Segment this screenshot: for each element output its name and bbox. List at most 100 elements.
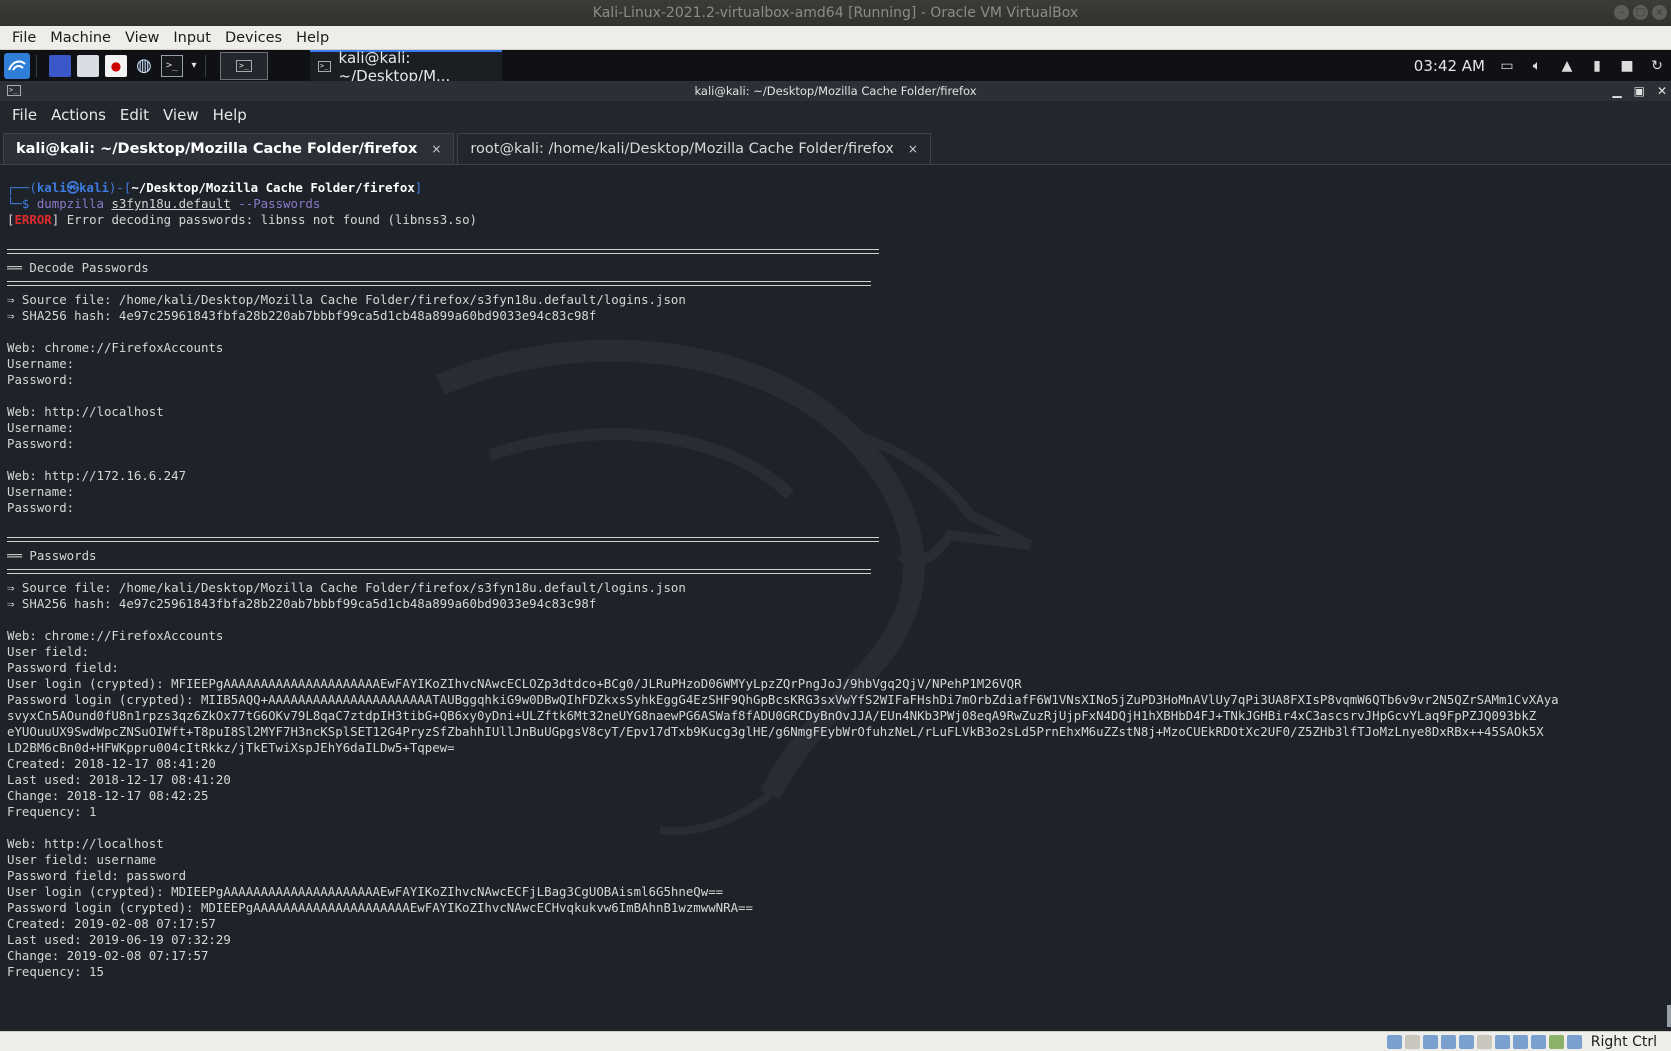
login-line: svyxCn5AOund0fU8n1rpzs3qz6ZkOx77tG6OKv79…	[7, 708, 1537, 723]
optical-drive-icon[interactable]	[1404, 1034, 1420, 1049]
prompt-line: ┌──(kali㉿kali)-[~/Desktop/Mozilla Cache …	[7, 180, 423, 195]
login-line: Password login (crypted): MIIB5AQQ+AAAAA…	[7, 692, 1559, 707]
login-line: User login (crypted): MDIEEPgAAAAAAAAAAA…	[7, 884, 724, 899]
entry-password: Password:	[7, 372, 75, 387]
chevron-down-icon[interactable]: ▾	[189, 55, 199, 77]
entry-web: Web: chrome://FirefoxAccounts	[7, 340, 224, 355]
entry-username: Username:	[7, 420, 75, 435]
vbox-menubar: File Machine View Input Devices Help	[0, 26, 1671, 50]
terminal-menubar: File Actions Edit View Help	[0, 101, 1671, 128]
terminal-launcher-icon[interactable]: >_	[161, 54, 183, 77]
error-line: [ERROR] Error decoding passwords: libnss…	[7, 212, 477, 227]
login-line: Created: 2019-02-08 07:17:57	[7, 916, 216, 931]
tab-label: root@kali: /home/kali/Desktop/Mozilla Ca…	[470, 141, 894, 157]
panel-separator	[36, 54, 37, 77]
notification-bell-icon[interactable]: ▲	[1559, 58, 1575, 74]
section-divider	[7, 537, 879, 542]
tab-close-icon[interactable]: ×	[431, 142, 441, 156]
login-line: User field: username	[7, 852, 157, 867]
workspace-switcher[interactable]: >_	[220, 51, 268, 80]
terminal-menu-help[interactable]: Help	[206, 106, 254, 124]
section-divider	[7, 281, 871, 286]
terminal-scrollbar[interactable]	[1667, 1005, 1671, 1027]
kali-top-panel: ● ◍ >_ ▾ >_ >_ kali@kali: ~/Desktop/M...…	[0, 49, 1671, 85]
tab-close-icon[interactable]: ×	[908, 142, 918, 156]
battery-icon[interactable]: ▮	[1589, 58, 1605, 74]
terminal-menu-view[interactable]: View	[156, 106, 206, 124]
volume-icon[interactable]: 🔈︎	[1529, 58, 1545, 74]
video-capture-icon[interactable]	[1512, 1034, 1528, 1049]
login-line: Created: 2018-12-17 08:41:20	[7, 756, 216, 771]
close-icon[interactable]: ×	[1652, 5, 1667, 20]
tab-root[interactable]: root@kali: /home/kali/Desktop/Mozilla Ca…	[457, 133, 931, 164]
terminal-icon: >_	[7, 85, 21, 96]
terminal-icon: >_	[236, 59, 252, 72]
login-line: eYUOuuUX9SwdWpcZNSuOIWft+T8puI8Sl2MYF7H3…	[7, 724, 1544, 739]
keyboard-icon[interactable]	[1566, 1034, 1582, 1049]
web-browser-icon[interactable]: ◍	[133, 55, 155, 77]
file-manager-icon[interactable]	[77, 54, 99, 77]
source-file-line: ⇒ Source file: /home/kali/Desktop/Mozill…	[7, 580, 686, 595]
vbox-menu-devices[interactable]: Devices	[218, 30, 289, 46]
login-line: Change: 2018-12-17 08:42:25	[7, 788, 209, 803]
vbox-menu-help[interactable]: Help	[289, 30, 336, 46]
vbox-menu-machine[interactable]: Machine	[43, 30, 118, 46]
terminal-close-icon[interactable]: ✕	[1657, 81, 1667, 101]
audio-icon[interactable]	[1422, 1034, 1438, 1049]
login-line: Change: 2019-02-08 07:17:57	[7, 948, 209, 963]
tab-kali[interactable]: kali@kali: ~/Desktop/Mozilla Cache Folde…	[3, 133, 455, 164]
hard-disk-icon[interactable]	[1386, 1034, 1402, 1049]
login-line: Frequency: 1	[7, 804, 97, 819]
vbox-menu-file[interactable]: File	[5, 30, 43, 46]
entry-username: Username:	[7, 484, 75, 499]
entry-password: Password:	[7, 436, 75, 451]
taskbar-terminal-button[interactable]: >_ kali@kali: ~/Desktop/M...	[310, 49, 502, 85]
terminal-maximize-icon[interactable]: ▣	[1634, 81, 1645, 101]
login-line: Last used: 2018-12-17 08:41:20	[7, 772, 231, 787]
vbox-menu-input[interactable]: Input	[166, 30, 218, 46]
hash-line: ⇒ SHA256 hash: 4e97c25961843fbfa28b220ab…	[7, 308, 597, 323]
command-line: └─$ dumpzilla s3fyn18u.default --Passwor…	[7, 196, 321, 211]
terminal-minimize-icon[interactable]: ▁	[1612, 81, 1621, 101]
section-divider	[7, 569, 871, 574]
terminal-menu-actions[interactable]: Actions	[44, 106, 113, 124]
minimize-icon[interactable]: –	[1614, 5, 1629, 20]
panel-tray: 03:42 AM ▭ 🔈︎ ▲ ▮ ■ ↻	[1414, 50, 1665, 81]
host-window-titlebar: Kali-Linux-2021.2-virtualbox-amd64 [Runn…	[0, 0, 1671, 26]
login-line: Password field: password	[7, 868, 187, 883]
panel-clock[interactable]: 03:42 AM	[1414, 57, 1485, 75]
entry-username: Username:	[7, 356, 75, 371]
vbox-menu-view[interactable]: View	[118, 30, 166, 46]
terminal-output[interactable]: ┌──(kali㉿kali)-[~/Desktop/Mozilla Cache …	[0, 165, 1671, 1031]
display-icon[interactable]	[1494, 1034, 1510, 1049]
entry-web: Web: http://localhost	[7, 404, 164, 419]
login-line: Password login (crypted): MDIEEPgAAAAAAA…	[7, 900, 753, 915]
maximize-icon[interactable]: □	[1633, 5, 1648, 20]
mouse-integration-icon[interactable]	[1548, 1034, 1564, 1049]
text-editor-icon[interactable]: ●	[105, 54, 127, 77]
source-file-line: ⇒ Source file: /home/kali/Desktop/Mozill…	[7, 292, 686, 307]
kali-menu-icon[interactable]	[4, 52, 30, 79]
entry-password: Password:	[7, 500, 75, 515]
tab-label: kali@kali: ~/Desktop/Mozilla Cache Folde…	[16, 141, 418, 157]
login-line: Password field:	[7, 660, 119, 675]
login-line: Web: chrome://FirefoxAccounts	[7, 628, 224, 643]
lock-icon[interactable]: ■	[1619, 58, 1635, 74]
network-icon[interactable]	[1440, 1034, 1456, 1049]
section-header: ══ Decode Passwords	[7, 260, 149, 275]
login-line: Frequency: 15	[7, 964, 104, 979]
terminal-title: kali@kali: ~/Desktop/Mozilla Cache Folde…	[694, 84, 977, 98]
terminal-titlebar: >_ kali@kali: ~/Desktop/Mozilla Cache Fo…	[0, 81, 1671, 101]
logout-icon[interactable]: ↻	[1649, 58, 1665, 74]
terminal-menu-edit[interactable]: Edit	[113, 106, 156, 124]
usb-icon[interactable]	[1458, 1034, 1474, 1049]
terminal-menu-file[interactable]: File	[5, 106, 44, 124]
shared-folders-icon[interactable]	[1476, 1034, 1492, 1049]
hash-line: ⇒ SHA256 hash: 4e97c25961843fbfa28b220ab…	[7, 596, 597, 611]
vbox-statusbar: Right Ctrl	[0, 1031, 1671, 1051]
cpu-icon[interactable]	[1530, 1034, 1546, 1049]
login-line: Last used: 2019-06-19 07:32:29	[7, 932, 231, 947]
host-window-title: Kali-Linux-2021.2-virtualbox-amd64 [Runn…	[592, 5, 1079, 21]
display-icon[interactable]: ▭	[1499, 58, 1515, 74]
show-desktop-icon[interactable]	[49, 54, 71, 77]
